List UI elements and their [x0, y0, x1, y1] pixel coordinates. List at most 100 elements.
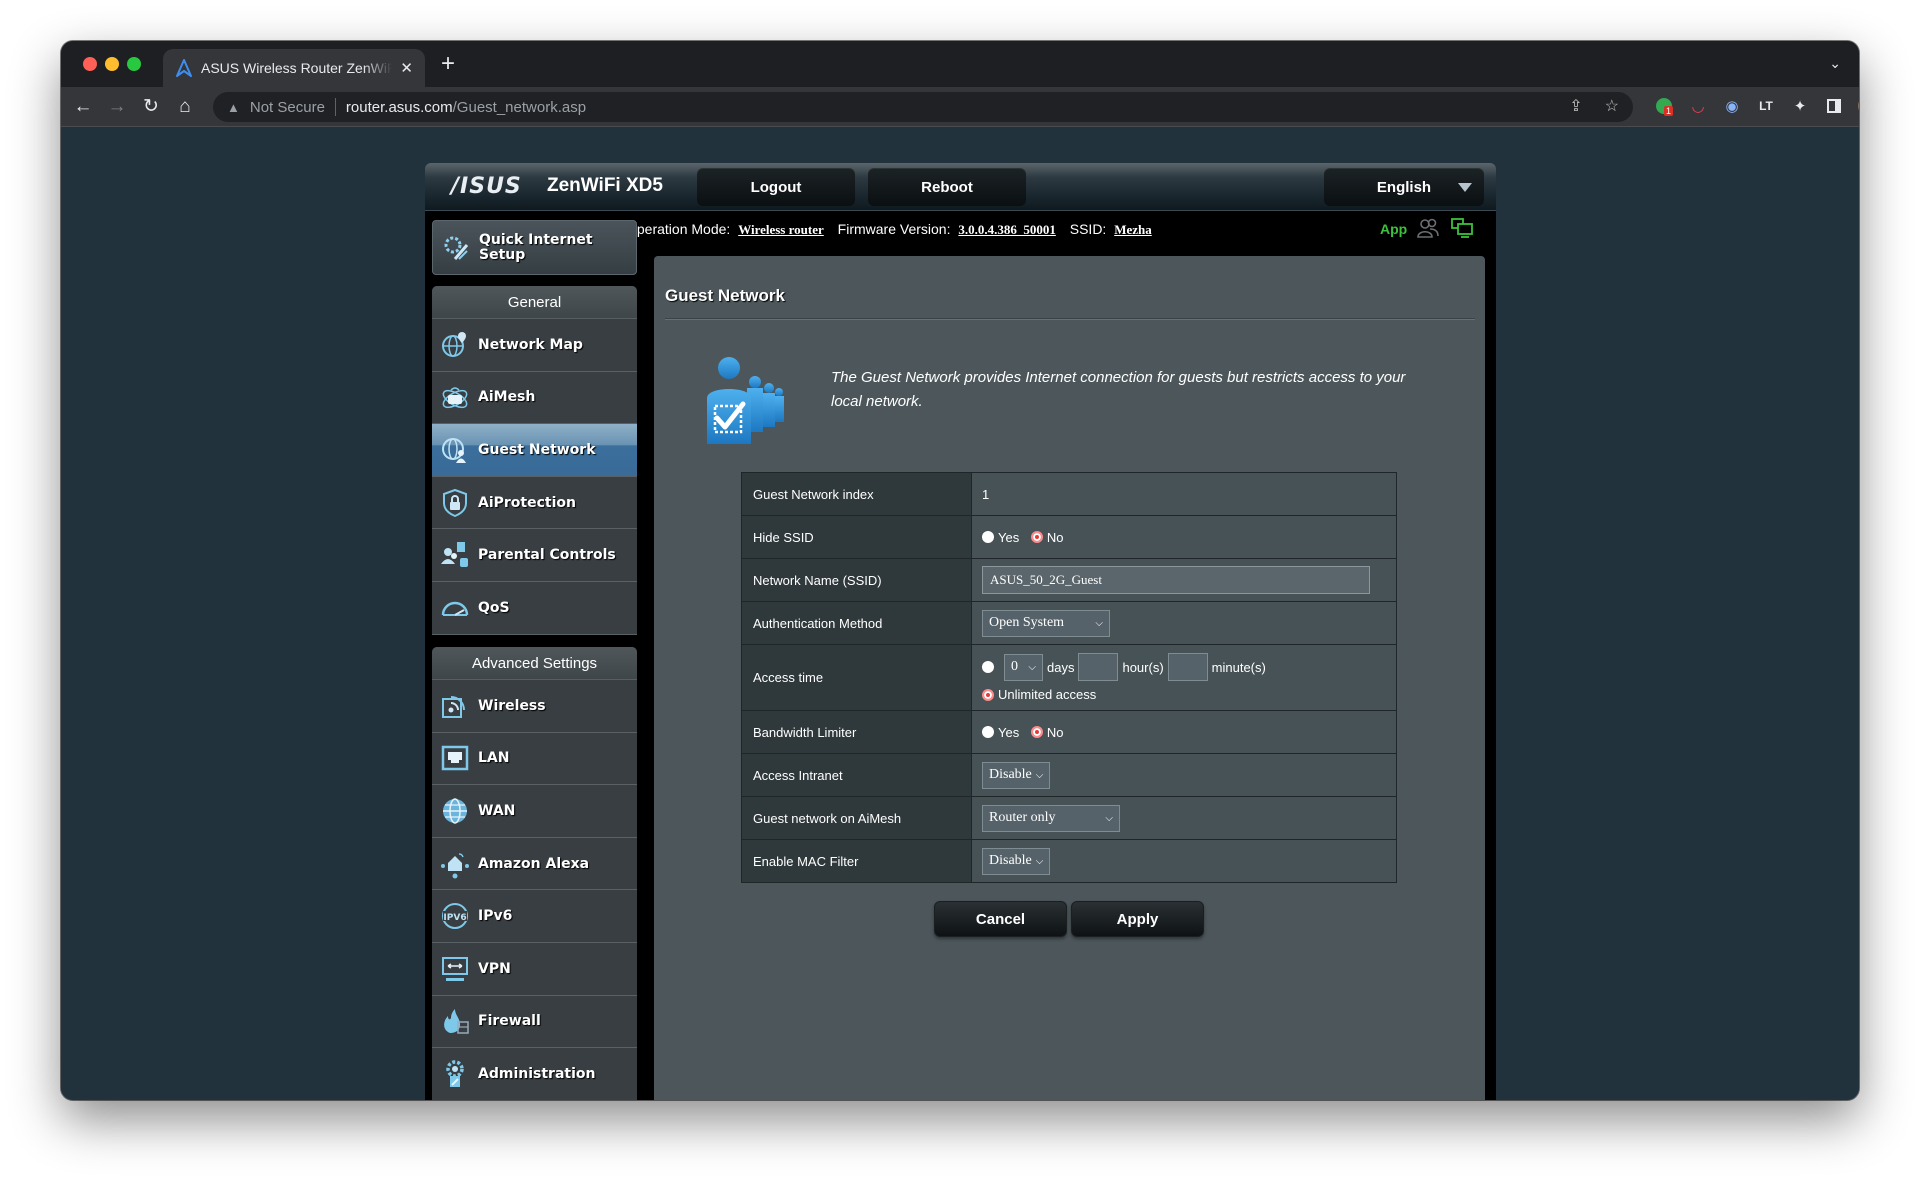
back-arrow-icon[interactable]: ← [71, 95, 95, 119]
index-value: 1 [971, 472, 1397, 516]
firmware-link[interactable]: 3.0.0.4.386_50001 [958, 222, 1056, 237]
cancel-button[interactable]: Cancel [934, 901, 1067, 937]
browser-toolbar: ← → ↻ ⌂ ▲ Not Secure router.asus.com/Gue… [61, 87, 1859, 127]
sidebar-item-wan[interactable]: WAN [432, 785, 637, 838]
url-path: /Guest_network.asp [452, 98, 587, 116]
profile-avatar[interactable] [1857, 95, 1859, 117]
aimesh-select[interactable]: Router only ⌵ [982, 804, 1120, 832]
security-label[interactable]: Not Secure [250, 99, 325, 116]
auth-method-select[interactable]: Open System ⌵ [982, 609, 1110, 637]
page-title: Guest Network [665, 286, 785, 305]
wizard-gear-icon [444, 236, 469, 260]
maximize-window-button[interactable] [127, 57, 141, 71]
tab-search-chevron-icon[interactable]: ⌄ [1829, 55, 1841, 72]
extensions-puzzle-icon[interactable]: ✦ [1789, 95, 1811, 117]
hours-input[interactable] [1078, 653, 1119, 681]
privacy-extension-icon[interactable]: ◉ [1721, 95, 1743, 117]
form-row-bandwidth: Bandwidth Limiter Yes No [741, 710, 1397, 754]
monitor-arrows-icon [442, 956, 468, 981]
pocket-icon[interactable]: ◡ [1687, 95, 1709, 117]
bandwidth-yes-radio[interactable] [982, 725, 994, 738]
ssid-input[interactable]: ASUS_50_2G_Guest [982, 566, 1370, 594]
reload-icon[interactable]: ↻ [139, 95, 163, 119]
aimesh-icon [442, 387, 468, 409]
logout-button[interactable]: Logout [697, 168, 855, 206]
sidebar-item-firewall[interactable]: Firewall [432, 995, 637, 1049]
form-actions: Cancel Apply [934, 901, 1204, 937]
sidebar-item-aiprotection[interactable]: AiProtection [432, 476, 637, 530]
svg-text:IPV6: IPV6 [443, 913, 466, 923]
sidebar-item-network-map[interactable]: Network Map [432, 319, 637, 372]
form-row-auth: Authentication Method Open System ⌵ [741, 601, 1397, 645]
minimize-window-button[interactable] [105, 57, 119, 71]
hide-ssid-no-radio[interactable] [1030, 530, 1043, 543]
sidebar-item-label: Firewall [478, 1013, 541, 1030]
extension-green-icon[interactable]: 1 [1653, 95, 1675, 117]
main-panel: Guest Network The Guest Network provides… [654, 256, 1485, 1100]
ssid-label: SSID: [1069, 221, 1107, 237]
guest-network-form: Guest Network index 1 Hide SSID Yes No N… [741, 472, 1397, 883]
side-panel-icon[interactable] [1823, 95, 1845, 117]
new-tab-button[interactable]: + [441, 51, 455, 77]
auth-method-label: Authentication Method [741, 601, 972, 645]
quick-internet-setup-button[interactable]: Quick Internet Setup [432, 220, 637, 275]
sidebar-item-aimesh[interactable]: AiMesh [432, 371, 637, 425]
sidebar-item-label: AiMesh [478, 389, 536, 406]
clients-users-icon[interactable] [1416, 217, 1440, 239]
access-days-select[interactable]: 0 ⌵ [1004, 653, 1043, 681]
language-select[interactable]: English [1324, 168, 1484, 206]
operation-mode-label: Operation Mode: [626, 221, 731, 237]
browser-tab[interactable]: ASUS Wireless Router ZenWiFi XD5 ✕ [163, 49, 425, 87]
usb-screens-icon[interactable] [1450, 217, 1474, 239]
form-row-intranet: Access Intranet Disable ⌵ [741, 753, 1397, 797]
access-intranet-value: Disable [989, 767, 1032, 782]
sidebar-item-guest-network[interactable]: Guest Network [432, 424, 637, 477]
unlimited-access-label: Unlimited access [998, 687, 1097, 702]
sidebar-item-amazon-alexa[interactable]: Amazon Alexa [432, 837, 637, 891]
reboot-button[interactable]: Reboot [868, 168, 1026, 206]
limited-access-radio[interactable] [982, 661, 994, 673]
speedometer-icon [441, 601, 469, 616]
sidebar-item-parental-controls[interactable]: Parental Controls [432, 529, 637, 582]
advanced-settings-header: Advanced Settings [432, 647, 637, 680]
operation-mode-link[interactable]: Wireless router [738, 222, 824, 237]
unlimited-access-radio[interactable] [982, 688, 994, 701]
languagetool-icon[interactable]: LT [1755, 95, 1777, 117]
close-window-button[interactable] [83, 57, 97, 71]
forward-arrow-icon[interactable]: → [105, 95, 129, 119]
hide-ssid-label: Hide SSID [741, 515, 972, 559]
mac-filter-value: Disable [989, 853, 1032, 868]
wifi-icon [442, 695, 465, 718]
form-row-aimesh: Guest network on AiMesh Router only ⌵ [741, 796, 1397, 840]
ipv6-globe-icon: IPV6 [442, 903, 468, 930]
caret-down-icon [1458, 183, 1472, 192]
access-intranet-select[interactable]: Disable ⌵ [982, 761, 1050, 789]
sidebar-item-qos[interactable]: QoS [432, 581, 637, 635]
asus-logo: /ISUS [451, 174, 522, 199]
general-menu: General Network Map AiMesh Guest Network [432, 286, 637, 635]
tab-close-icon[interactable]: ✕ [400, 59, 413, 77]
sidebar-item-vpn[interactable]: VPN [432, 942, 637, 996]
hide-ssid-yes-radio[interactable] [982, 530, 994, 543]
mac-filter-select[interactable]: Disable ⌵ [982, 847, 1050, 875]
app-link[interactable]: App [1380, 221, 1407, 237]
sidebar-item-label: QoS [478, 599, 510, 616]
bookmark-star-icon[interactable]: ☆ [1605, 96, 1619, 116]
chevron-down-icon: ⌵ [1035, 855, 1044, 867]
sidebar-item-administration[interactable]: Administration [432, 1048, 637, 1100]
router-panel: /ISUS ZenWiFi XD5 Logout Reboot English … [425, 163, 1496, 1100]
ssid-link[interactable]: Mezha [1114, 222, 1152, 237]
tab-title: ASUS Wireless Router ZenWiFi XD5 [201, 60, 393, 76]
share-icon[interactable]: ⇪ [1569, 96, 1582, 116]
minutes-input[interactable] [1167, 653, 1208, 681]
bandwidth-no-radio[interactable] [1030, 725, 1043, 738]
apply-button[interactable]: Apply [1071, 901, 1204, 937]
general-header: General [432, 286, 637, 319]
sidebar-item-ipv6[interactable]: IPV6 IPv6 [432, 890, 637, 943]
sidebar-item-wireless[interactable]: Wireless [432, 680, 637, 733]
home-icon[interactable]: ⌂ [173, 95, 197, 119]
sidebar-item-lan[interactable]: LAN [432, 732, 637, 786]
sidebar-item-label: IPv6 [478, 908, 513, 925]
aimesh-label: Guest network on AiMesh [741, 796, 972, 840]
address-bar[interactable]: ▲ Not Secure router.asus.com/Guest_netwo… [213, 92, 1633, 122]
